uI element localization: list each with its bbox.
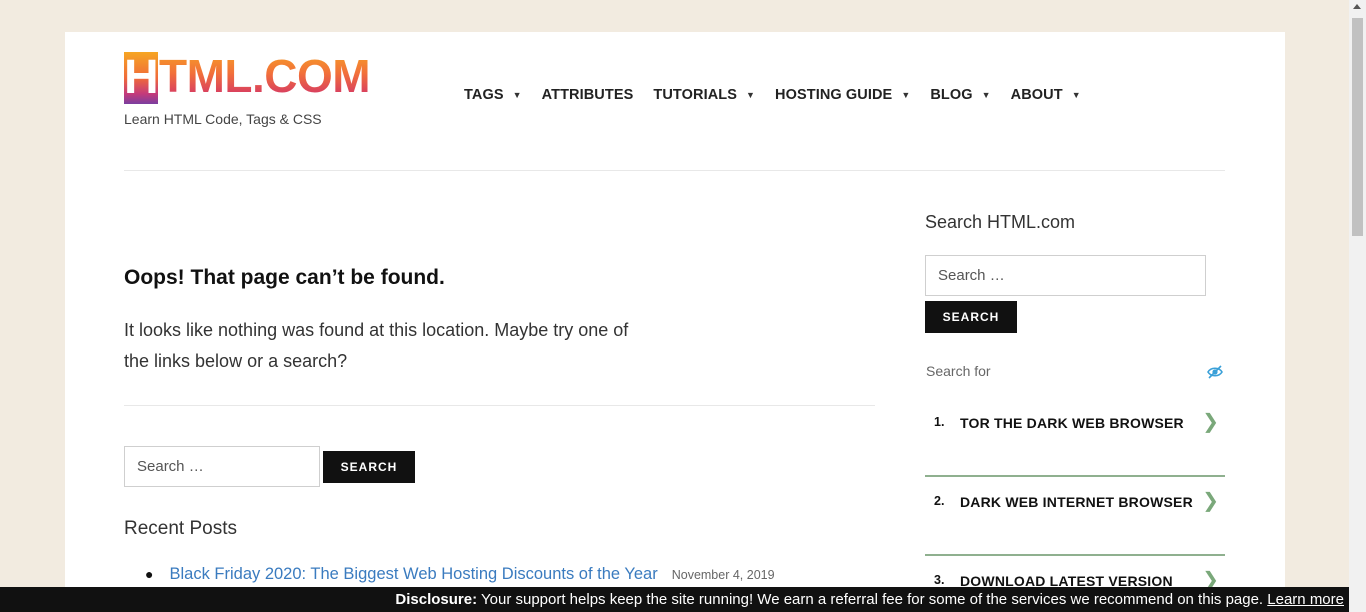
nav-label: BLOG [930, 87, 973, 103]
page-container: H TML.COM Learn HTML Code, Tags & CSS TA… [65, 32, 1285, 612]
recent-post-link[interactable]: Black Friday 2020: The Biggest Web Hosti… [169, 565, 657, 584]
nav-item-tags[interactable]: TAGS ▼ [464, 87, 522, 103]
chevron-right-icon: ❯ [1202, 490, 1219, 512]
ad-number: 2. [934, 494, 945, 508]
ad-number: 3. [934, 573, 945, 587]
logo-badge: H [124, 51, 159, 104]
caret-down-icon: ▼ [746, 90, 756, 100]
site-tagline: Learn HTML Code, Tags & CSS [124, 111, 322, 127]
caret-down-icon: ▼ [981, 90, 991, 100]
main-search-button[interactable]: SEARCH [323, 451, 415, 483]
disclosure-text: Your support helps keep the site running… [477, 591, 1268, 608]
nav-label: ABOUT [1010, 87, 1063, 103]
not-found-message: It looks like nothing was found at this … [124, 320, 629, 371]
main-search-input[interactable]: Search … [124, 446, 320, 487]
scrollbar-thumb[interactable] [1352, 18, 1363, 236]
bullet-icon: ● [145, 566, 154, 582]
nav-item-about[interactable]: ABOUT ▼ [1011, 87, 1081, 103]
ad-list: 1. TOR THE DARK WEB BROWSER ❯ 2. DARK WE… [925, 398, 1225, 612]
ad-number: 1. [934, 415, 945, 429]
nav-label: ATTRIBUTES [541, 87, 634, 103]
nav-label: TAGS [464, 87, 504, 103]
recent-posts-list: ● Black Friday 2020: The Biggest Web Hos… [145, 565, 775, 584]
caret-down-icon: ▼ [901, 90, 911, 100]
recent-post-date: November 4, 2019 [671, 568, 775, 582]
sidebar-search-button[interactable]: SEARCH [925, 301, 1017, 333]
scroll-up-icon[interactable] [1353, 4, 1361, 9]
nav-item-tutorials[interactable]: TUTORIALS ▼ [653, 87, 755, 103]
learn-more-link[interactable]: Learn more [1267, 591, 1344, 608]
ad-label: DARK WEB INTERNET BROWSER [960, 494, 1193, 510]
chevron-right-icon: ❯ [1202, 411, 1219, 433]
recent-posts-heading: Recent Posts [124, 518, 237, 539]
sidebar-search-input[interactable]: Search … [925, 255, 1206, 296]
search-for-label: Search for [926, 363, 991, 379]
nav-item-blog[interactable]: BLOG ▼ [930, 87, 990, 103]
disclosure-bar: Disclosure: Your support helps keep the … [0, 587, 1349, 612]
main-nav: TAGS ▼ ATTRIBUTES TUTORIALS ▼ HOSTING GU… [464, 87, 1101, 103]
logo-text: TML.COM [159, 50, 371, 102]
page-title: Oops! That page can’t be found. [124, 266, 445, 289]
vertical-scrollbar[interactable] [1349, 0, 1366, 612]
content-divider [124, 405, 875, 406]
eye-slash-icon[interactable] [1206, 364, 1224, 380]
sidebar-search-title: Search HTML.com [925, 212, 1076, 232]
nav-label: TUTORIALS [653, 87, 737, 103]
list-item: ● Black Friday 2020: The Biggest Web Hos… [145, 565, 775, 584]
nav-item-hosting-guide[interactable]: HOSTING GUIDE ▼ [775, 87, 910, 103]
header-divider [124, 170, 1225, 171]
ad-item[interactable]: 1. TOR THE DARK WEB BROWSER ❯ [925, 398, 1225, 477]
nav-item-attributes[interactable]: ATTRIBUTES [542, 87, 634, 103]
nav-label: HOSTING GUIDE [775, 87, 893, 103]
caret-down-icon: ▼ [1071, 90, 1081, 100]
ad-item[interactable]: 2. DARK WEB INTERNET BROWSER ❯ [925, 477, 1225, 556]
ad-label: TOR THE DARK WEB BROWSER [960, 415, 1184, 431]
caret-down-icon: ▼ [512, 90, 522, 100]
logo-badge-letter: H [124, 51, 159, 104]
disclosure-label: Disclosure: [395, 591, 478, 608]
site-logo[interactable]: H TML.COM [124, 50, 384, 104]
